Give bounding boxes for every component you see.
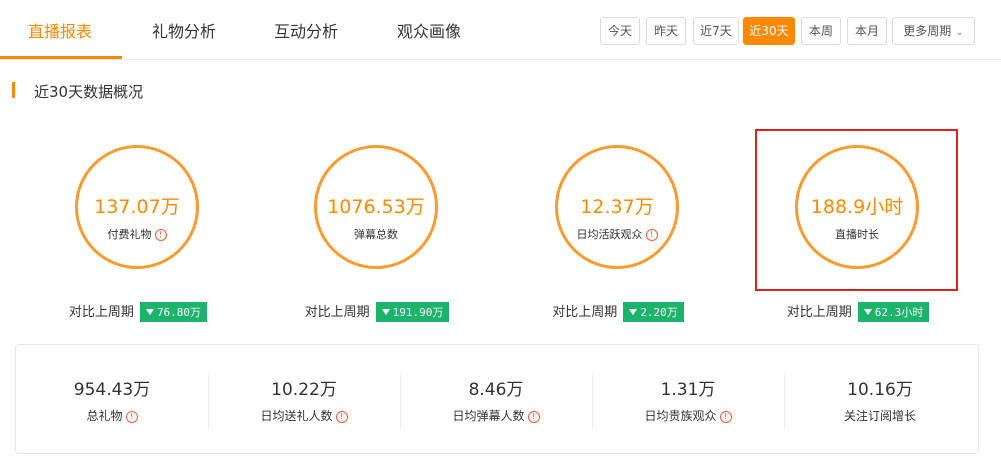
summary-label-row: 日均贵族观众! xyxy=(592,407,784,424)
summary-value: 8.46万 xyxy=(468,380,524,400)
change-value: 76.80万 xyxy=(156,306,202,319)
summary-follow-growth: 10.16万 关注订阅增长 xyxy=(784,345,976,453)
info-icon[interactable]: ! xyxy=(335,411,348,423)
summary-daily-danmaku-users: 8.46万 日均弹幕人数! xyxy=(400,345,592,453)
change-badge: 62.3小时 xyxy=(857,302,930,322)
summary-value: 10.22万 xyxy=(271,380,337,400)
compare-row: 对比上周期 191.90万 xyxy=(257,301,497,322)
filter-30days-button[interactable]: 近30天 xyxy=(743,17,795,45)
filter-7days-button[interactable]: 近7天 xyxy=(693,17,739,45)
down-arrow-icon xyxy=(145,309,154,315)
more-periods-dropdown[interactable]: 更多周期 ⌄ xyxy=(892,17,975,45)
compare-row: 对比上周期 2.20万 xyxy=(498,301,738,322)
filter-today-button[interactable]: 今天 xyxy=(600,17,640,45)
metric-value: 137.07万 xyxy=(94,196,180,218)
summary-label: 关注订阅增长 xyxy=(843,409,916,423)
metric-value: 12.37万 xyxy=(580,196,654,218)
section-accent-bar xyxy=(12,82,15,98)
top-tab-bar: 直播报表 礼物分析 互动分析 观众画像 今天 昨天 近7天 近30天 本周 本月… xyxy=(0,0,1001,60)
summary-label: 总礼物 xyxy=(86,409,123,423)
change-badge: 191.90万 xyxy=(375,302,450,322)
info-icon[interactable]: ! xyxy=(645,229,658,241)
metric-paid-gifts: 137.07万 付费礼物! 对比上周期 76.80万 xyxy=(18,145,258,325)
summary-label: 日均贵族观众 xyxy=(644,409,717,423)
filter-yesterday-button[interactable]: 昨天 xyxy=(646,17,686,45)
metric-ring: 1076.53万 弹幕总数 xyxy=(314,145,438,269)
metric-label: 弹幕总数 xyxy=(354,228,398,241)
tab-gift-analysis[interactable]: 礼物分析 xyxy=(152,18,216,42)
summary-label-row: 日均弹幕人数! xyxy=(400,407,592,424)
change-badge: 76.80万 xyxy=(139,302,208,322)
compare-label: 对比上周期 xyxy=(68,305,134,320)
metric-label: 付费礼物 xyxy=(107,228,152,241)
summary-value: 10.16万 xyxy=(847,380,913,400)
compare-label: 对比上周期 xyxy=(786,305,852,320)
section-title: 近30天数据概况 xyxy=(34,83,144,101)
metric-label: 日均活跃观众 xyxy=(576,228,643,241)
compare-row: 对比上周期 62.3小时 xyxy=(738,301,978,322)
metric-value: 1076.53万 xyxy=(327,196,425,218)
summary-daily-gift-senders: 10.22万 日均送礼人数! xyxy=(208,345,400,453)
summary-card: 954.43万 总礼物! 10.22万 日均送礼人数! 8.46万 日均弹幕人数… xyxy=(15,344,979,454)
info-icon[interactable]: ! xyxy=(527,411,540,423)
tab-live-report[interactable]: 直播报表 xyxy=(28,18,92,42)
metric-label-row: 付费礼物! xyxy=(78,226,196,242)
tab-audience-profile[interactable]: 观众画像 xyxy=(397,18,461,42)
more-periods-label: 更多周期 xyxy=(903,24,952,38)
summary-label: 日均送礼人数 xyxy=(260,409,333,423)
summary-label: 日均弹幕人数 xyxy=(452,409,525,423)
metric-danmaku-total: 1076.53万 弹幕总数 对比上周期 191.90万 xyxy=(257,145,497,325)
change-value: 191.90万 xyxy=(392,306,444,319)
change-badge: 2.20万 xyxy=(623,302,684,322)
compare-row: 对比上周期 76.80万 xyxy=(18,301,258,322)
active-tab-indicator xyxy=(0,56,122,59)
filter-this-month-button[interactable]: 本月 xyxy=(847,17,887,45)
info-icon[interactable]: ! xyxy=(719,411,732,423)
metric-ring: 12.37万 日均活跃观众! xyxy=(555,145,679,269)
metric-daily-active-audience: 12.37万 日均活跃观众! 对比上周期 2.20万 xyxy=(498,145,738,325)
summary-total-gifts: 954.43万 总礼物! xyxy=(16,345,208,453)
info-icon[interactable]: ! xyxy=(154,229,167,241)
compare-label: 对比上周期 xyxy=(304,305,370,320)
down-arrow-icon xyxy=(629,309,638,315)
down-arrow-icon xyxy=(381,309,390,315)
info-icon[interactable]: ! xyxy=(125,411,138,423)
metric-label-row: 日均活跃观众! xyxy=(558,226,676,242)
filter-this-week-button[interactable]: 本周 xyxy=(801,17,841,45)
compare-label: 对比上周期 xyxy=(552,305,618,320)
summary-daily-noble-audience: 1.31万 日均贵族观众! xyxy=(592,345,784,453)
metric-ring: 137.07万 付费礼物! xyxy=(75,145,199,269)
summary-label-row: 总礼物! xyxy=(16,407,208,424)
change-value: 62.3小时 xyxy=(874,306,924,319)
down-arrow-icon xyxy=(863,309,872,315)
change-value: 2.20万 xyxy=(640,306,678,319)
summary-label-row: 日均送礼人数! xyxy=(208,407,400,424)
chevron-down-icon: ⌄ xyxy=(955,27,964,38)
summary-value: 1.31万 xyxy=(660,380,716,400)
tab-interaction-analysis[interactable]: 互动分析 xyxy=(274,18,338,42)
summary-value: 954.43万 xyxy=(73,380,151,400)
highlight-box xyxy=(755,129,958,291)
